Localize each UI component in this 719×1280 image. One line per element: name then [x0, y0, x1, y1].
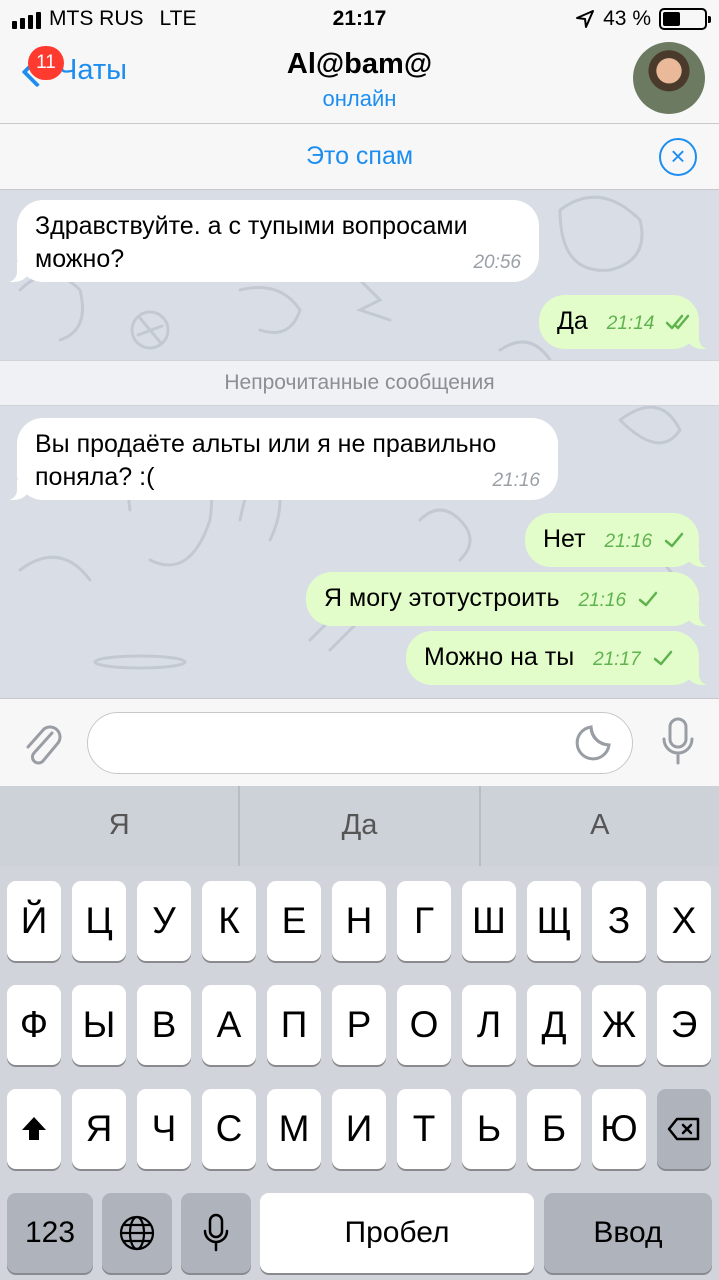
- key[interactable]: Г: [397, 881, 451, 961]
- key[interactable]: Щ: [527, 881, 581, 961]
- key[interactable]: И: [332, 1089, 386, 1169]
- key[interactable]: О: [397, 985, 451, 1065]
- compose-bar: [0, 698, 719, 786]
- message-text: Вы продаёте альты или я не правильно: [35, 430, 497, 458]
- key[interactable]: Ж: [592, 985, 646, 1065]
- dictation-key[interactable]: [181, 1193, 251, 1273]
- message-text: Здравствуйте. а с тупыми вопросами: [35, 212, 468, 240]
- status-right: 43 %: [575, 7, 711, 31]
- report-spam-button[interactable]: Это спам: [0, 142, 719, 171]
- battery-icon: [659, 8, 711, 30]
- message-text: поняла? :(: [35, 463, 155, 491]
- message-text: Я могу этотустроить: [324, 584, 560, 612]
- key[interactable]: А: [202, 985, 256, 1065]
- message-time: 21:16: [604, 531, 653, 552]
- predictive-text-bar: Я Да А: [0, 786, 719, 866]
- key[interactable]: В: [137, 985, 191, 1065]
- message-text: Да: [557, 307, 588, 335]
- prediction-suggestion[interactable]: Да: [240, 786, 481, 866]
- chat-title[interactable]: Al@bam@: [0, 48, 719, 81]
- status-bar: MTS RUS LTE 21:17 43 %: [0, 0, 719, 40]
- globe-icon: [119, 1215, 155, 1251]
- key[interactable]: Э: [657, 985, 711, 1065]
- sent-check-icon: [653, 651, 672, 666]
- chat-header: 11 Чаты Al@bam@ онлайн: [0, 40, 719, 124]
- message-time: 21:16: [492, 470, 540, 491]
- key[interactable]: Х: [657, 881, 711, 961]
- key[interactable]: Т: [397, 1089, 451, 1169]
- backspace-key[interactable]: [657, 1089, 711, 1169]
- message-time: 21:14: [606, 313, 655, 334]
- key[interactable]: Л: [462, 985, 516, 1065]
- key[interactable]: Ф: [7, 985, 61, 1065]
- key[interactable]: Р: [332, 985, 386, 1065]
- key[interactable]: З: [592, 881, 646, 961]
- key[interactable]: Е: [267, 881, 321, 961]
- key[interactable]: Ч: [137, 1089, 191, 1169]
- key[interactable]: П: [267, 985, 321, 1065]
- shift-key[interactable]: [7, 1089, 61, 1169]
- message-text: Можно на ты: [424, 643, 575, 671]
- location-arrow-icon: [576, 10, 595, 28]
- unread-messages-divider: Непрочитанные сообщения: [0, 360, 719, 406]
- prediction-suggestion[interactable]: Я: [0, 786, 241, 866]
- shift-icon: [22, 1117, 46, 1140]
- message-outgoing[interactable]: Я могу этотустроить 21:16: [306, 572, 712, 626]
- key[interactable]: Ц: [72, 881, 126, 961]
- return-key[interactable]: Ввод: [544, 1193, 712, 1273]
- key[interactable]: М: [267, 1089, 321, 1169]
- paperclip-icon[interactable]: [22, 719, 64, 767]
- message-input[interactable]: [87, 712, 633, 774]
- close-icon[interactable]: ×: [659, 138, 697, 176]
- message-time: 21:16: [578, 590, 627, 611]
- microphone-icon: [203, 1213, 229, 1252]
- battery-fill: [663, 12, 681, 26]
- key[interactable]: Н: [332, 881, 386, 961]
- key[interactable]: Д: [527, 985, 581, 1065]
- read-double-check-icon: [666, 315, 690, 330]
- key[interactable]: Я: [72, 1089, 126, 1169]
- key[interactable]: К: [202, 881, 256, 961]
- globe-key[interactable]: [102, 1193, 172, 1273]
- key[interactable]: Б: [527, 1089, 581, 1169]
- chat-status: онлайн: [322, 86, 397, 111]
- sent-check-icon: [664, 533, 684, 548]
- key[interactable]: У: [137, 881, 191, 961]
- backspace-icon: [667, 1117, 700, 1141]
- message-text: Нет: [543, 525, 586, 553]
- message-time: 21:17: [593, 649, 641, 670]
- message-outgoing[interactable]: Нет 21:16: [525, 513, 712, 567]
- sent-check-icon: [638, 592, 658, 607]
- report-spam-bar: Это спам ×: [0, 124, 719, 190]
- microphone-icon[interactable]: [661, 717, 695, 767]
- battery-percent: 43 %: [603, 7, 651, 30]
- prediction-suggestion[interactable]: А: [481, 786, 719, 866]
- keyboard: Й Ц У К Е Н Г Ш Щ З Х Ф Ы В А П Р О Л Д …: [0, 866, 719, 1280]
- message-text: можно?: [35, 245, 125, 273]
- key[interactable]: Ы: [72, 985, 126, 1065]
- key[interactable]: С: [202, 1089, 256, 1169]
- message-incoming[interactable]: Вы продаёте альты или я не правильно пон…: [4, 418, 558, 500]
- key[interactable]: Ь: [462, 1089, 516, 1169]
- message-incoming[interactable]: Здравствуйте. а с тупыми вопросами можно…: [4, 200, 539, 282]
- message-list[interactable]: Здравствуйте. а с тупыми вопросами можно…: [0, 190, 719, 698]
- sticker-icon[interactable]: [573, 723, 613, 763]
- key[interactable]: Й: [7, 881, 61, 961]
- key[interactable]: Ш: [462, 881, 516, 961]
- message-outgoing[interactable]: Да 21:14: [539, 295, 712, 349]
- key[interactable]: Ю: [592, 1089, 646, 1169]
- numbers-key[interactable]: 123: [7, 1193, 93, 1273]
- message-outgoing[interactable]: Можно на ты 21:17: [406, 631, 712, 685]
- space-key[interactable]: Пробел: [260, 1193, 534, 1273]
- message-time: 20:56: [473, 252, 521, 273]
- avatar[interactable]: [633, 42, 705, 114]
